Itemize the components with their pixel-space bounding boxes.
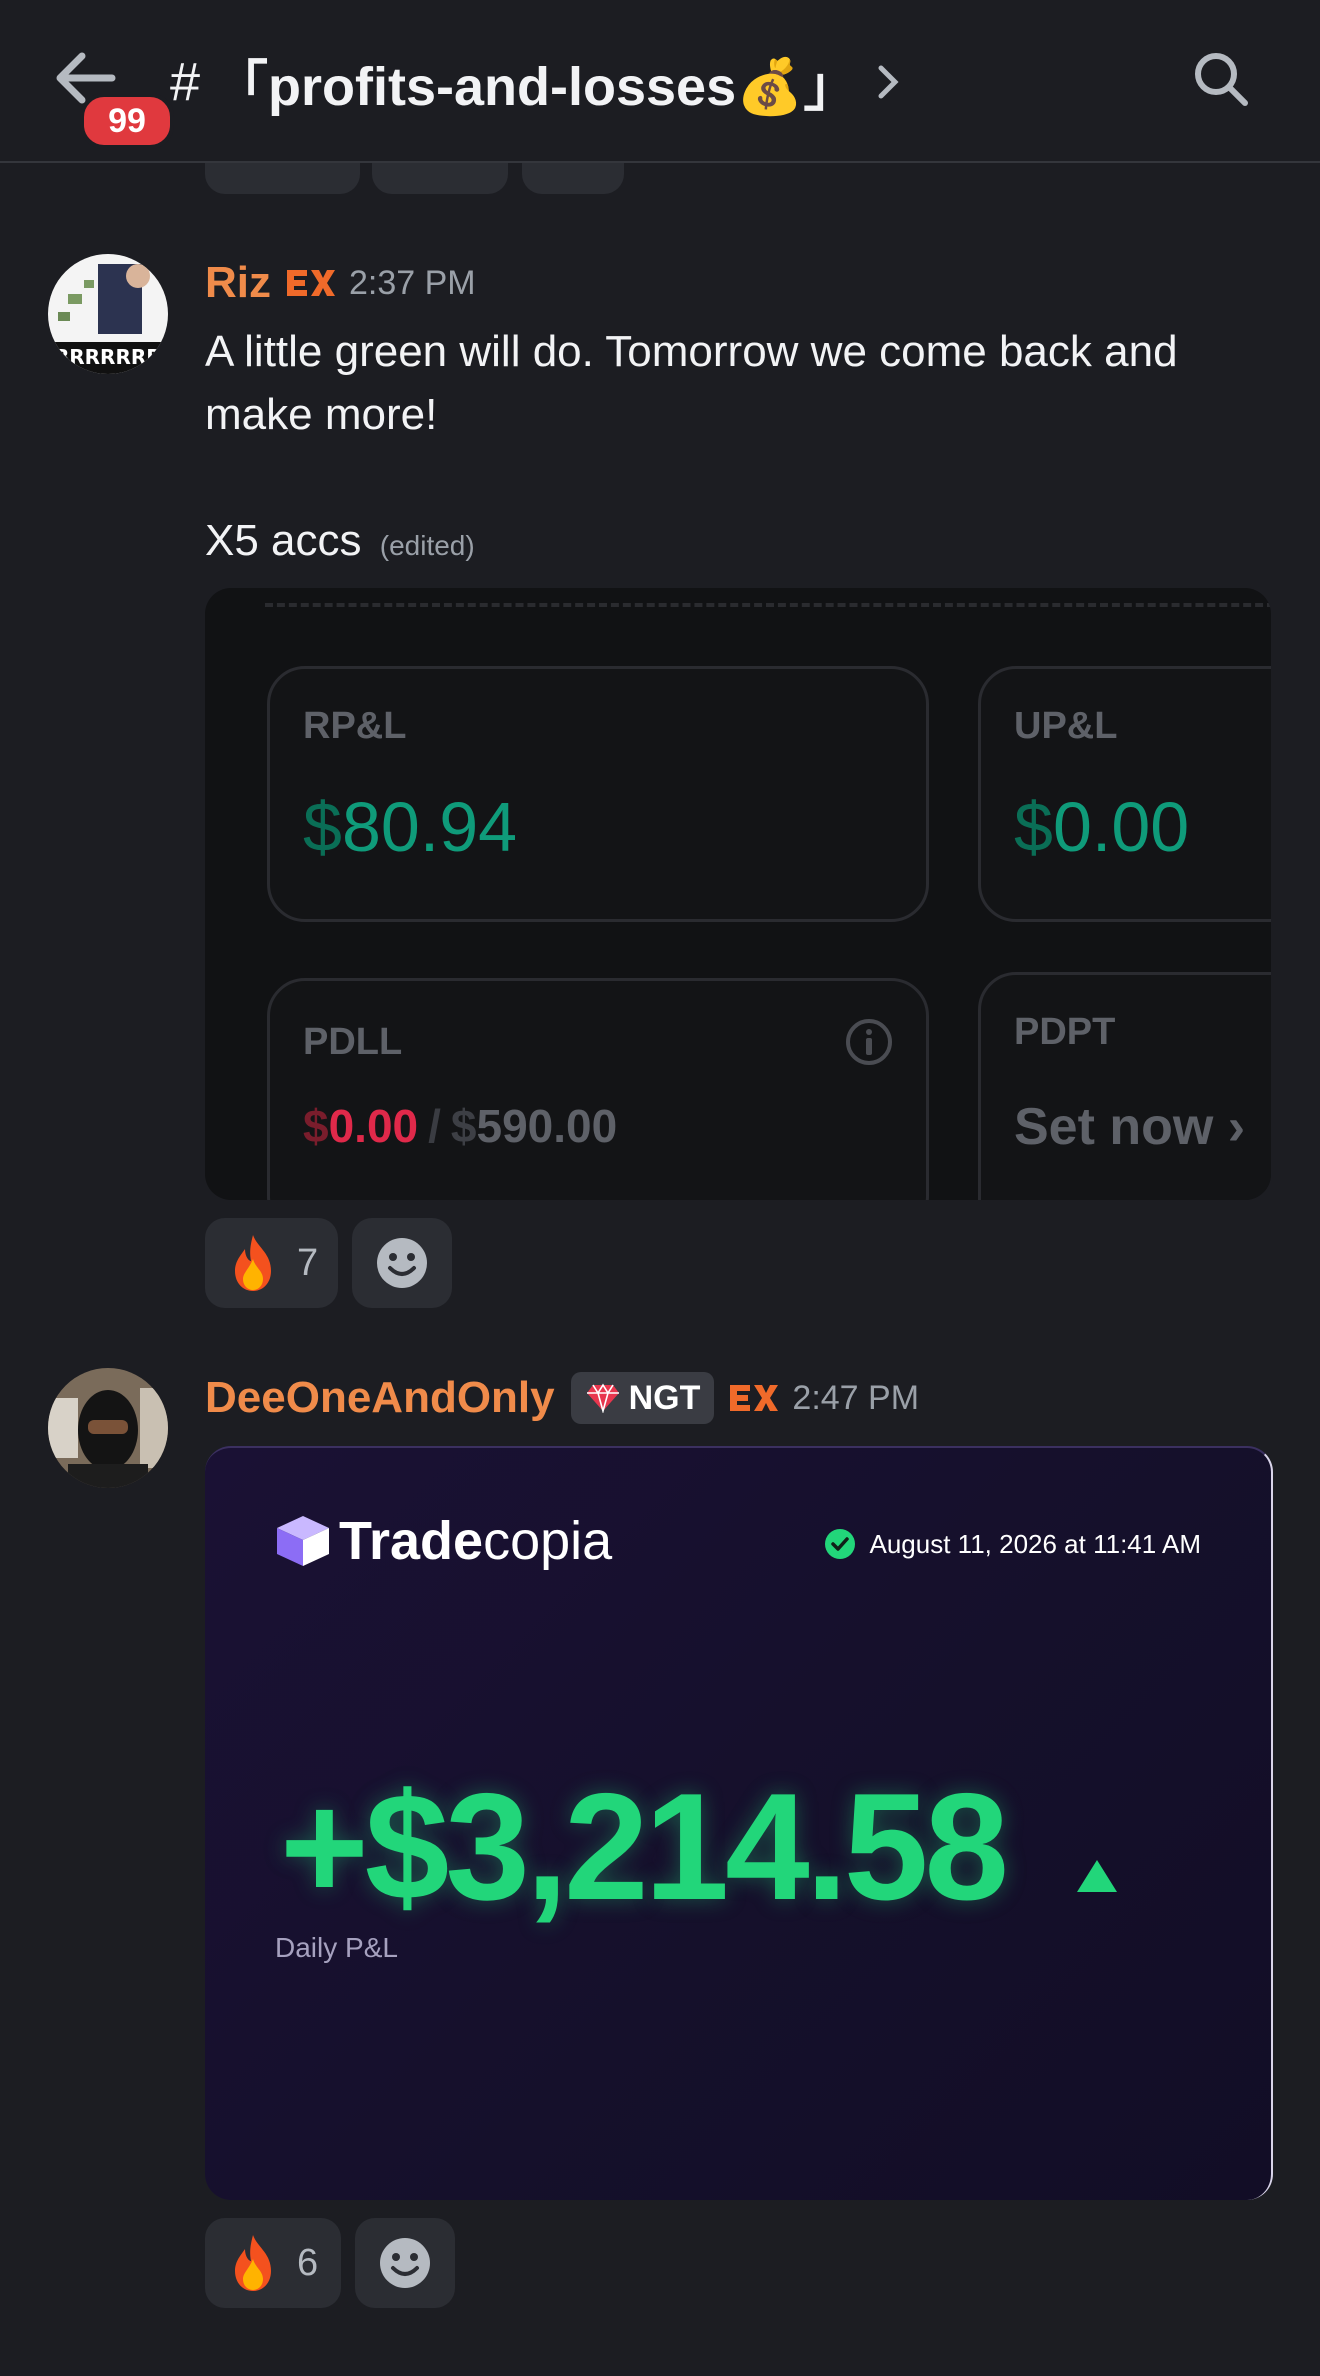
daily-pnl-value: +$3,214.58 [280, 1762, 1009, 1932]
role-tag[interactable]: NGT [570, 1372, 715, 1424]
avatar[interactable] [48, 1368, 168, 1488]
message-text: A little green will do. Tomorrow we come… [205, 320, 1285, 577]
check-circle-icon [824, 1529, 855, 1559]
avatar-image: BRRRRRR [48, 254, 168, 374]
rpl-card: RP&L $80.94 [267, 666, 929, 922]
upl-value: $0.00 [1014, 788, 1190, 866]
message-line: make more! [205, 390, 438, 439]
gem-icon [586, 1383, 619, 1413]
avatar-image [48, 1368, 168, 1488]
pdll-value: $0.00/$590.00 [303, 1100, 618, 1152]
brand-bold: Trade [339, 1511, 484, 1571]
upl-card: UP&L $0.00 [978, 666, 1271, 922]
reaction-fire[interactable]: 7 [205, 1218, 338, 1308]
trend-up-icon [1077, 1860, 1117, 1892]
username[interactable]: DeeOneAndOnly [205, 1373, 555, 1423]
search-icon[interactable] [1192, 50, 1250, 108]
pdpt-card: PDPT Set now › [978, 972, 1271, 1200]
channel-name: 「profits-and-losses💰」 [214, 57, 858, 117]
brand-light: copia [483, 1511, 613, 1571]
daily-pnl-label: Daily P&L [275, 1932, 398, 1963]
add-reaction-button[interactable] [352, 1218, 452, 1308]
chevron-right-icon [878, 65, 899, 98]
rpl-value: $80.94 [303, 788, 518, 866]
message-header: DeeOneAndOnly NGT 2:47 PM [205, 1372, 919, 1424]
fire-icon [235, 1235, 271, 1291]
cube-logo-icon [277, 1516, 329, 1566]
info-icon[interactable] [844, 1017, 894, 1067]
tradecopia-pnl-embed[interactable]: Tradecopia August 11, 2026 at 11:41 AM +… [205, 1446, 1273, 2200]
reaction-fire[interactable]: 6 [205, 2218, 341, 2308]
tradecopia-logo: Tradecopia [275, 1510, 612, 1572]
hash-icon: # [170, 51, 201, 112]
message-header: Riz 2:37 PM [205, 258, 476, 308]
pnl-screenshot-embed[interactable]: RP&L $80.94 UP&L $0.00 PDLL $0.00/$590.0… [205, 588, 1271, 1200]
chevron-right-icon: › [1227, 1098, 1246, 1156]
message-line: A little green will do. Tomorrow we come… [205, 327, 1178, 376]
pdll-label: PDLL [303, 1021, 403, 1063]
upl-label: UP&L [1014, 705, 1118, 747]
fire-icon [235, 2235, 271, 2291]
timestamp: 2:47 PM [792, 1378, 920, 1417]
pdpt-label: PDPT [1014, 1011, 1116, 1053]
ex-badge-icon [730, 1385, 779, 1411]
svg-text:BRRRRRR: BRRRRRR [54, 345, 162, 369]
avatar[interactable]: BRRRRRR [48, 254, 168, 374]
trade-date: August 11, 2026 at 11:41 AM [824, 1528, 1201, 1560]
message-line: X5 accs [205, 516, 362, 565]
rpl-label: RP&L [303, 705, 407, 747]
channel-title[interactable]: # 「profits-and-losses💰」 [170, 42, 899, 121]
unread-count-badge: 99 [80, 93, 174, 149]
message-line-with-edit: X5 accs (edited) [205, 509, 1285, 577]
reaction-count: 6 [297, 2241, 319, 2284]
ex-badge-icon [287, 270, 335, 296]
set-now-link[interactable]: Set now › [1014, 1097, 1245, 1157]
smiley-icon [377, 1238, 427, 1288]
add-reaction-button[interactable] [355, 2218, 455, 2308]
divider [265, 603, 1271, 607]
smiley-icon [380, 2238, 430, 2288]
channel-header: 99 # 「profits-and-losses💰」 [0, 0, 1320, 163]
edited-label: (edited) [379, 530, 475, 561]
role-tag-label: NGT [628, 1378, 701, 1417]
username[interactable]: Riz [205, 258, 271, 308]
pdll-card: PDLL $0.00/$590.00 [267, 978, 929, 1200]
reaction-count: 7 [297, 1241, 319, 1284]
timestamp: 2:37 PM [349, 263, 476, 302]
